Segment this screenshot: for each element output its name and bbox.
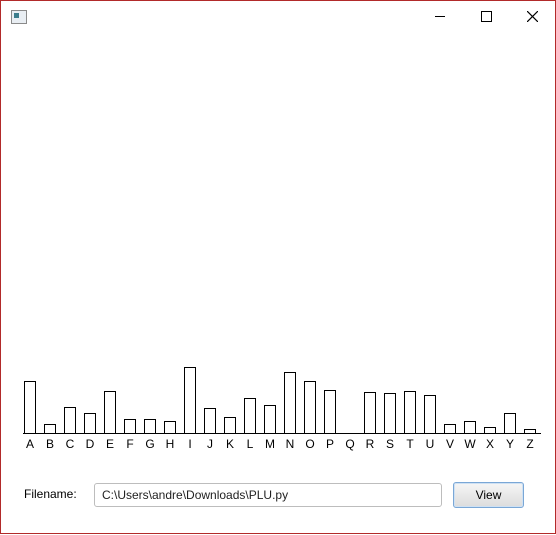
x-tick-label-y: Y [506, 437, 514, 451]
filename-label: Filename: [24, 487, 77, 501]
bar-o [304, 381, 316, 434]
x-tick-label-s: S [386, 437, 394, 451]
bar-r [364, 392, 376, 434]
app-window: ABCDEFGHI JKLMNOPQRSTUVWXYZ Filename: Vie… [0, 0, 556, 534]
bar-j [204, 408, 216, 434]
view-button[interactable]: View [453, 482, 524, 508]
x-tick-label-b: B [46, 437, 54, 451]
x-tick-label-m: M [265, 437, 275, 451]
x-tick-label-a: A [26, 437, 34, 451]
bar-w [464, 421, 476, 434]
bar-b [44, 424, 56, 434]
x-tick-label-p: P [326, 437, 334, 451]
bar-f [124, 419, 136, 434]
x-tick-label-i: I [188, 437, 191, 451]
bar-x [484, 427, 496, 434]
x-tick-label-h: H [166, 437, 175, 451]
bar-g [144, 419, 156, 434]
x-tick-label-x: X [486, 437, 494, 451]
bar-n [284, 372, 296, 434]
x-tick-label-g: G [145, 437, 154, 451]
x-tick-label-r: R [366, 437, 375, 451]
x-tick-label-v: V [446, 437, 454, 451]
x-tick-label-e: E [106, 437, 114, 451]
bar-l [244, 398, 256, 434]
bar-k [224, 417, 236, 434]
x-tick-label-j: J [207, 437, 213, 451]
x-tick-label-t: T [406, 437, 414, 451]
x-tick-label-o: O [305, 437, 314, 451]
bar-i [184, 367, 196, 434]
filename-input[interactable] [94, 483, 442, 507]
x-tick-label-f: F [126, 437, 133, 451]
bar-p [324, 390, 336, 434]
bar-s [384, 393, 396, 434]
bar-m [264, 405, 276, 434]
x-tick-label-d: D [86, 437, 95, 451]
bar-z [524, 429, 536, 434]
bar-v [444, 424, 456, 434]
x-tick-label-l: L [247, 437, 254, 451]
x-tick-label-q: Q [345, 437, 354, 451]
bar-e [104, 391, 116, 434]
x-tick-label-u: U [426, 437, 435, 451]
x-tick-label-z: Z [526, 437, 533, 451]
bar-h [164, 421, 176, 434]
x-tick-label-w: W [464, 437, 476, 451]
x-tick-label-k: K [226, 437, 234, 451]
bar-a [24, 381, 36, 434]
bar-d [84, 413, 96, 434]
letter-frequency-chart: ABCDEFGHI JKLMNOPQRSTUVWXYZ [23, 367, 541, 451]
bar-u [424, 395, 436, 434]
bar-t [404, 391, 416, 434]
bar-c [64, 407, 76, 434]
x-tick-label-n: N [286, 437, 295, 451]
bar-y [504, 413, 516, 434]
x-tick-label-c: C [66, 437, 75, 451]
